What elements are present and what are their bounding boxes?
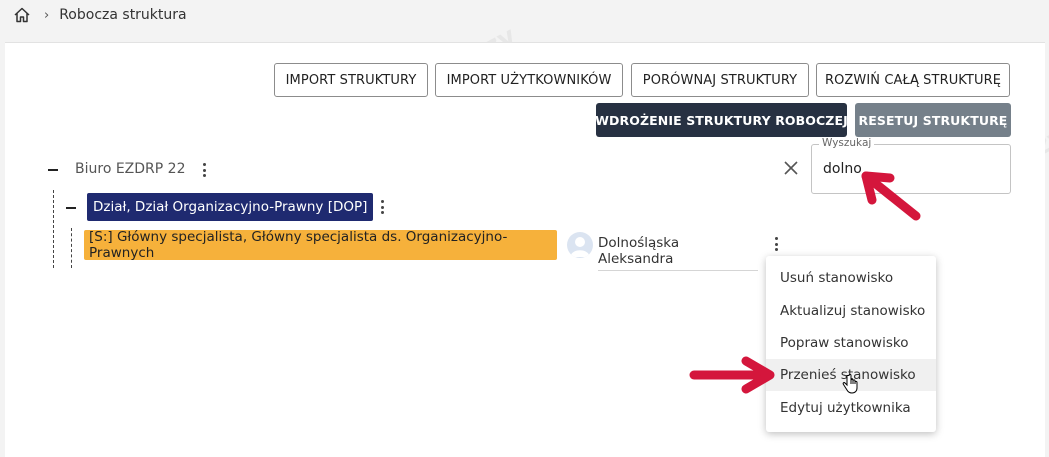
home-icon[interactable] — [12, 5, 32, 25]
collapse-dept-toggle[interactable] — [66, 207, 76, 209]
search-legend: Wyszukaj — [819, 137, 875, 149]
menu-item-update-position[interactable]: Aktualizuj stanowisko — [766, 295, 936, 327]
dept-node[interactable]: Dział, Dział Organizacyjno-Prawny [DOP] — [87, 193, 374, 221]
import-users-button[interactable]: IMPORT UŻYTKOWNIKÓW — [435, 63, 623, 97]
user-name[interactable]: Dolnośląska Aleksandra — [598, 235, 758, 271]
breadcrumb: › Robocza struktura — [12, 4, 187, 26]
root-more-icon[interactable] — [202, 163, 206, 177]
dept-more-icon[interactable] — [380, 200, 384, 214]
chevron-right-icon: › — [44, 7, 50, 23]
context-menu: Usuń stanowisko Aktualizuj stanowisko Po… — [766, 256, 936, 432]
import-structures-button[interactable]: IMPORT STRUKTURY — [274, 63, 428, 97]
tree-connector — [53, 190, 54, 268]
menu-item-edit-user[interactable]: Edytuj użytkownika — [766, 392, 936, 424]
breadcrumb-current: Robocza struktura — [59, 7, 187, 23]
clear-search-icon[interactable] — [783, 160, 799, 176]
search-input[interactable]: dolno — [823, 161, 862, 177]
deploy-working-structure-button[interactable]: WDROŻENIE STRUKTURY ROBOCZEJ — [595, 103, 848, 137]
menu-item-fix-position[interactable]: Popraw stanowisko — [766, 327, 936, 359]
tree-root-label[interactable]: Biuro EZDRP 22 — [75, 161, 185, 177]
menu-item-delete-position[interactable]: Usuń stanowisko — [766, 262, 936, 294]
tree-connector — [71, 228, 72, 268]
reset-structure-button[interactable]: RESETUJ STRUKTURĘ — [855, 103, 1011, 137]
collapse-root-toggle[interactable] — [48, 169, 58, 171]
expand-all-button[interactable]: ROZWIŃ CAŁĄ STRUKTURĘ — [816, 63, 1010, 97]
user-avatar — [567, 232, 593, 258]
position-more-icon[interactable] — [774, 237, 778, 251]
position-node[interactable]: [S:] Główny specjalista, Główny specjali… — [84, 229, 557, 261]
menu-item-move-position[interactable]: Przenieś stanowisko — [766, 359, 936, 391]
compare-structures-button[interactable]: PORÓWNAJ STRUKTURY — [631, 63, 809, 97]
